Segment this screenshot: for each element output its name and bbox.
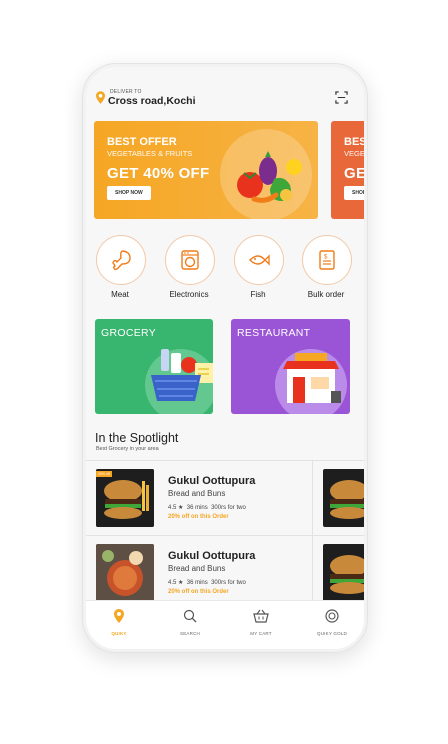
category-electronics[interactable] [165,235,215,285]
delivery-time: 36 mins [186,580,208,586]
category-label: Bulk order [307,290,345,299]
restaurant-list-item[interactable]: Gukul Oottupura Bread and Buns 4.5 ★ 36 … [86,536,312,608]
grocery-card[interactable]: GROCERY [95,319,213,414]
discount-badge: 20% off [96,471,112,477]
nav-label: SEARCH [180,631,200,636]
location-pin-icon [114,609,124,623]
restaurant-list-item[interactable]: 20% off Gukul Oottupura Bread and Buns 4… [86,461,312,535]
nav-cart[interactable]: MY CART [231,609,291,636]
search-icon [183,609,197,623]
app-screen: DELIVER TO Cross road,Kochi BEST OFFER V… [86,67,364,649]
washing-machine-icon [181,250,199,270]
drumstick-icon [112,250,131,271]
delivery-location[interactable]: Cross road,Kochi [108,95,196,107]
offer-banner[interactable]: BEST OFFER VEGETABLES & FRUITS GET 40% O… [94,121,318,219]
price-for-two: 300rs for two [211,505,246,511]
restaurant-offer: 20% off on this Order [168,589,229,595]
category-meat[interactable] [96,235,146,285]
banner-title: BES [344,136,364,148]
category-bulk-order[interactable]: $ [302,235,352,285]
location-pin-icon [96,91,105,104]
nav-label: QUIKY [111,631,127,636]
banner-subtitle: VEGE [344,149,364,158]
nav-label: MY CART [250,631,272,636]
banner-discount: GET 40% OFF [107,165,210,182]
restaurant-illustration [275,349,347,414]
restaurant-category: Bread and Buns [168,564,226,573]
food-image [96,544,154,602]
bottom-navigation: QUIKY SEARCH MY CART QUIKY GOLD [86,600,364,649]
star-icon: ★ [176,505,184,511]
banner-title: BEST OFFER [107,136,177,148]
banner-subtitle: VEGETABLES & FRUITS [107,149,193,158]
shop-now-button[interactable]: SHOP NOW [107,186,151,200]
svg-text:$: $ [324,255,328,261]
food-image[interactable] [323,469,364,527]
food-image[interactable] [323,544,364,602]
restaurant-card-title: RESTAURANT [237,327,311,339]
restaurant-name: Gukul Oottupura [168,550,256,562]
grocery-card-title: GROCERY [101,327,156,339]
star-icon: ★ [176,580,184,586]
category-label: Electronics [169,290,209,299]
basket-icon [253,609,269,623]
offer-banner[interactable]: BES VEGE GE SHOP [331,121,364,219]
divider [312,461,313,603]
restaurant-meta: 4.5 ★ 36 mins 300rs for two [168,504,246,511]
nav-label: QUIKY GOLD [317,631,347,636]
vegetables-illustration [237,151,302,203]
document-icon: $ [319,250,335,270]
delivery-time: 36 mins [186,505,208,511]
restaurant-card[interactable]: RESTAURANT [231,319,350,414]
scan-icon[interactable] [335,91,348,104]
category-label: Fish [250,290,266,299]
grocery-basket-illustration [145,349,213,414]
phone-frame: DELIVER TO Cross road,Kochi BEST OFFER V… [82,63,368,653]
nav-quiky-gold[interactable]: QUIKY GOLD [302,609,362,636]
fish-icon [249,254,270,266]
spotlight-subtitle: Best Grocery in your area [96,446,159,452]
gold-coin-icon [325,609,339,623]
nav-search[interactable]: SEARCH [160,609,220,636]
restaurant-name: Gukul Oottupura [168,475,256,487]
shop-now-button[interactable]: SHOP [344,186,364,200]
food-image: 20% off [96,469,154,527]
banner-discount: GE [344,165,364,182]
restaurant-meta: 4.5 ★ 36 mins 300rs for two [168,579,246,586]
restaurant-category: Bread and Buns [168,489,226,498]
price-for-two: 300rs for two [211,580,246,586]
nav-quiky[interactable]: QUIKY [89,609,149,636]
category-fish[interactable] [234,235,284,285]
category-label: Meat [111,290,129,299]
restaurant-offer: 20% off on this Order [168,514,229,520]
spotlight-title: In the Spotlight [95,431,179,445]
